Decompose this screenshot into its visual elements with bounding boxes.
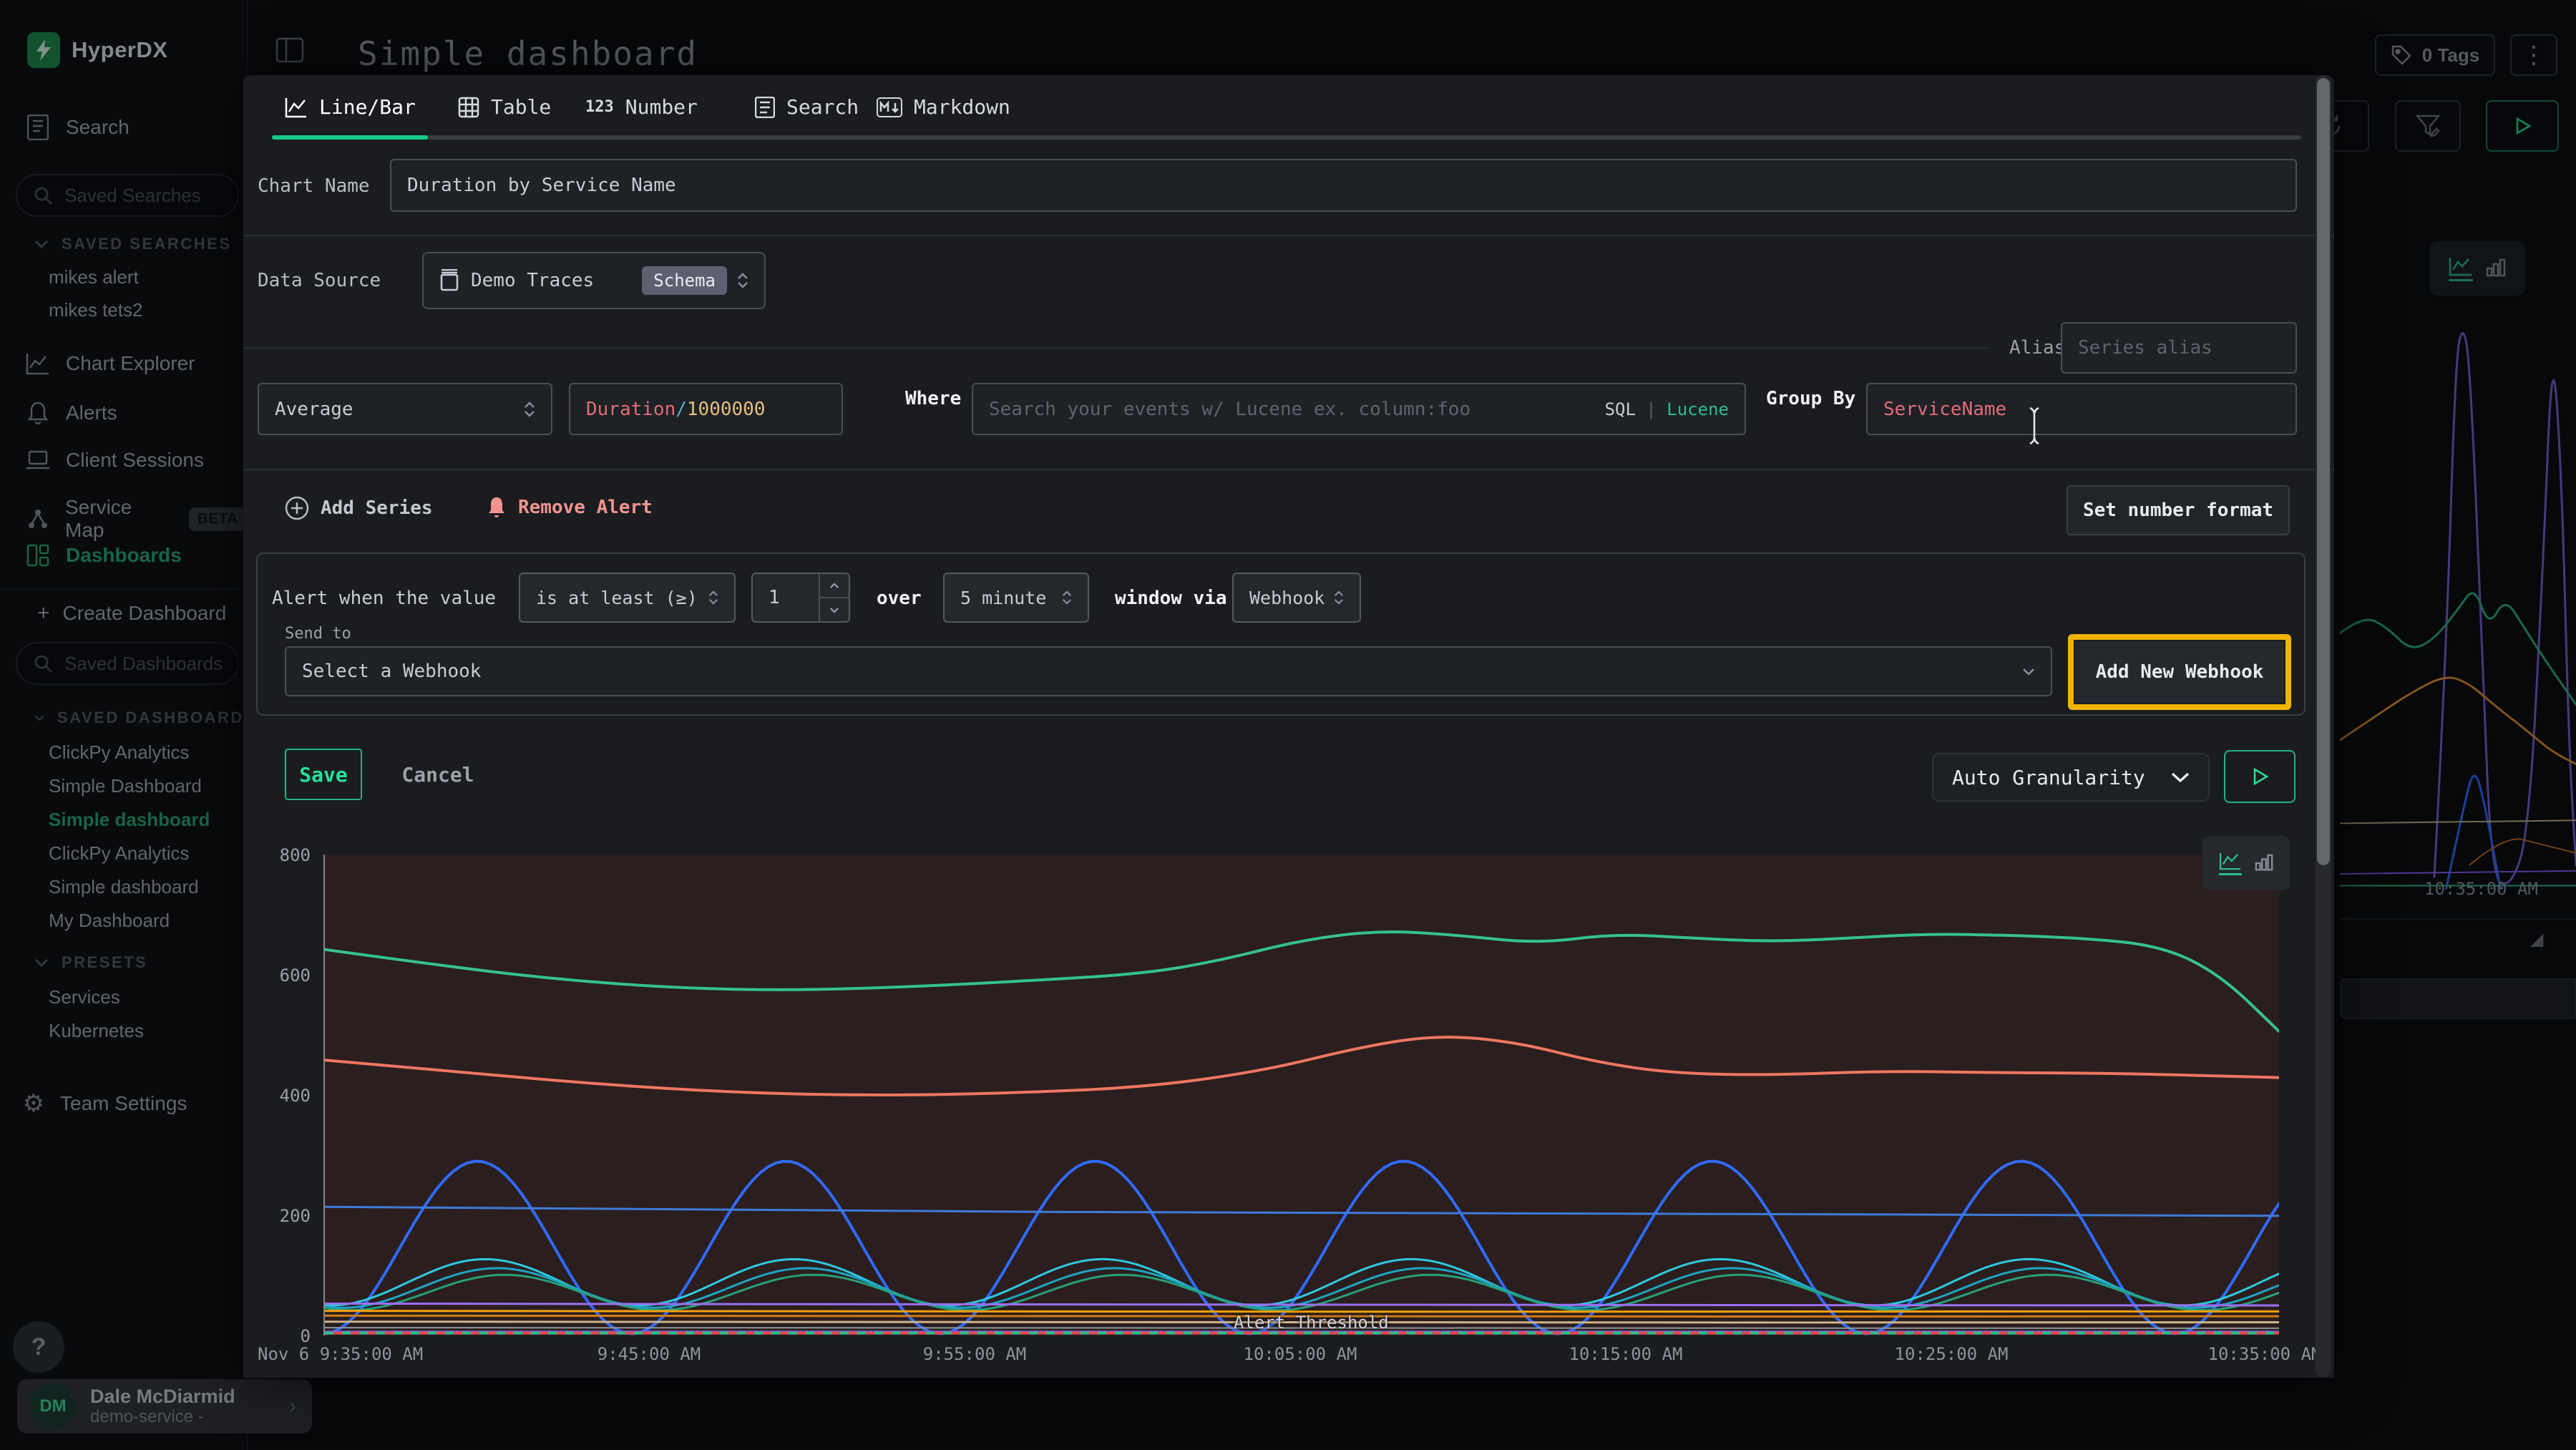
x-tick: 9:55:00 AM: [923, 1344, 1027, 1364]
edit-chart-modal: Line/Bar Table 123 Number Search Markdow…: [243, 75, 2334, 1378]
y-tick: 200: [250, 1206, 311, 1226]
where-label: Where: [905, 388, 961, 409]
alert-threshold-label: Alert Threshold: [1234, 1313, 1389, 1333]
tab-line-bar[interactable]: Line/Bar: [285, 95, 416, 119]
chart-name-label: Chart Name: [258, 175, 370, 197]
search-list-icon: [755, 97, 775, 118]
divider: [243, 235, 2334, 236]
modal-scrollbar[interactable]: [2316, 75, 2331, 1378]
alert-comparator-select[interactable]: is at least (≥): [519, 573, 736, 623]
aggregation-select[interactable]: Average: [258, 383, 552, 435]
alert-channel-select[interactable]: Webhook: [1232, 573, 1361, 623]
play-icon: [2250, 767, 2269, 786]
data-source-select[interactable]: Demo Traces Schema: [422, 252, 766, 309]
y-tick: 800: [250, 845, 311, 865]
tab-underline-active: [272, 135, 428, 140]
alias-label: Alias: [2009, 337, 2065, 359]
group-by-label: Group By: [1766, 388, 1855, 409]
add-series-button[interactable]: Add Series: [285, 496, 433, 520]
bar-chart-icon[interactable]: [2255, 854, 2273, 872]
tab-markdown[interactable]: Markdown: [877, 95, 1010, 119]
alert-prefix: Alert when the value: [272, 588, 496, 609]
expr-operator: /: [675, 399, 687, 420]
save-button[interactable]: Save: [285, 749, 362, 800]
database-icon: [439, 269, 459, 292]
x-tick: 10:05:00 AM: [1244, 1344, 1357, 1364]
tab-number[interactable]: 123 Number: [585, 95, 698, 119]
divider: [243, 469, 2334, 470]
alert-window-select[interactable]: 5 minute: [943, 573, 1089, 623]
chart-type-toggle[interactable]: [2202, 836, 2290, 890]
tab-table[interactable]: Table: [458, 95, 551, 119]
scrollbar-thumb[interactable]: [2317, 78, 2330, 865]
number-123-icon: 123: [585, 98, 614, 116]
text-cursor-pointer: [2025, 406, 2044, 446]
chevron-up-down-icon: [708, 590, 718, 605]
send-to-label: Send to: [285, 625, 351, 643]
add-webhook-highlight: Add New Webhook: [2068, 634, 2291, 710]
run-query-button[interactable]: [2224, 750, 2296, 803]
alert-threshold-input[interactable]: 1: [751, 573, 850, 623]
granularity-select[interactable]: Auto Granularity: [1932, 753, 2210, 802]
preview-chart[interactable]: Alert Threshold: [323, 855, 2279, 1335]
circle-plus-icon: [285, 496, 309, 520]
preview-chart-canvas: [325, 855, 2279, 1335]
chevron-down-icon: [2171, 772, 2190, 783]
x-tick: 10:35:00 AM: [2208, 1344, 2322, 1364]
remove-alert-button[interactable]: Remove Alert: [487, 496, 653, 519]
screen: HyperDX Search Saved Searches SAVED SEAR…: [0, 0, 2576, 1450]
set-number-format-button[interactable]: Set number format: [2067, 485, 2290, 535]
x-tick: 9:45:00 AM: [597, 1344, 701, 1364]
x-tick: 10:15:00 AM: [1569, 1344, 1683, 1364]
spinner-down-icon[interactable]: [820, 598, 849, 621]
data-source-label: Data Source: [258, 270, 381, 291]
query-language-toggle[interactable]: SQL | Lucene: [1605, 399, 1729, 419]
y-tick: 600: [250, 965, 311, 986]
divider: [243, 347, 1989, 349]
chevron-up-down-icon: [1334, 590, 1344, 605]
y-tick: 400: [250, 1086, 311, 1106]
chevron-up-down-icon: [1062, 590, 1072, 605]
spinner-up-icon[interactable]: [820, 574, 849, 598]
bell-icon: [487, 496, 507, 519]
y-tick: 0: [250, 1326, 311, 1346]
alias-input[interactable]: Series alias: [2061, 322, 2297, 374]
field-expression-input[interactable]: Duration/1000000: [569, 383, 843, 435]
window-via-label: window via: [1115, 588, 1227, 609]
add-new-webhook-button[interactable]: Add New Webhook: [2075, 641, 2284, 703]
x-tick: Nov 6 9:35:00 AM: [258, 1344, 423, 1364]
schema-badge: Schema: [642, 266, 727, 295]
tab-search[interactable]: Search: [755, 95, 859, 119]
markdown-icon: [877, 97, 902, 117]
over-label: over: [877, 588, 922, 609]
expr-denominator: 1000000: [687, 399, 766, 420]
x-tick: 10:25:00 AM: [1895, 1344, 2009, 1364]
chart-name-input[interactable]: Duration by Service Name: [390, 159, 2297, 212]
number-spinner[interactable]: [819, 574, 849, 621]
line-chart-icon: [285, 97, 308, 118]
cancel-button[interactable]: Cancel: [396, 749, 479, 800]
chevron-up-down-icon: [524, 402, 535, 417]
table-icon: [458, 97, 479, 118]
line-chart-icon[interactable]: [2219, 852, 2242, 875]
webhook-select[interactable]: Select a Webhook: [285, 646, 2052, 696]
chevron-up-down-icon: [737, 273, 748, 288]
where-search-input[interactable]: Search your events w/ Lucene ex. column:…: [972, 383, 1746, 435]
chevron-down-icon: [2022, 668, 2035, 676]
expr-field: Duration: [586, 399, 675, 420]
tab-underline-track: [272, 135, 2301, 140]
group-by-input[interactable]: ServiceName: [1866, 383, 2297, 435]
